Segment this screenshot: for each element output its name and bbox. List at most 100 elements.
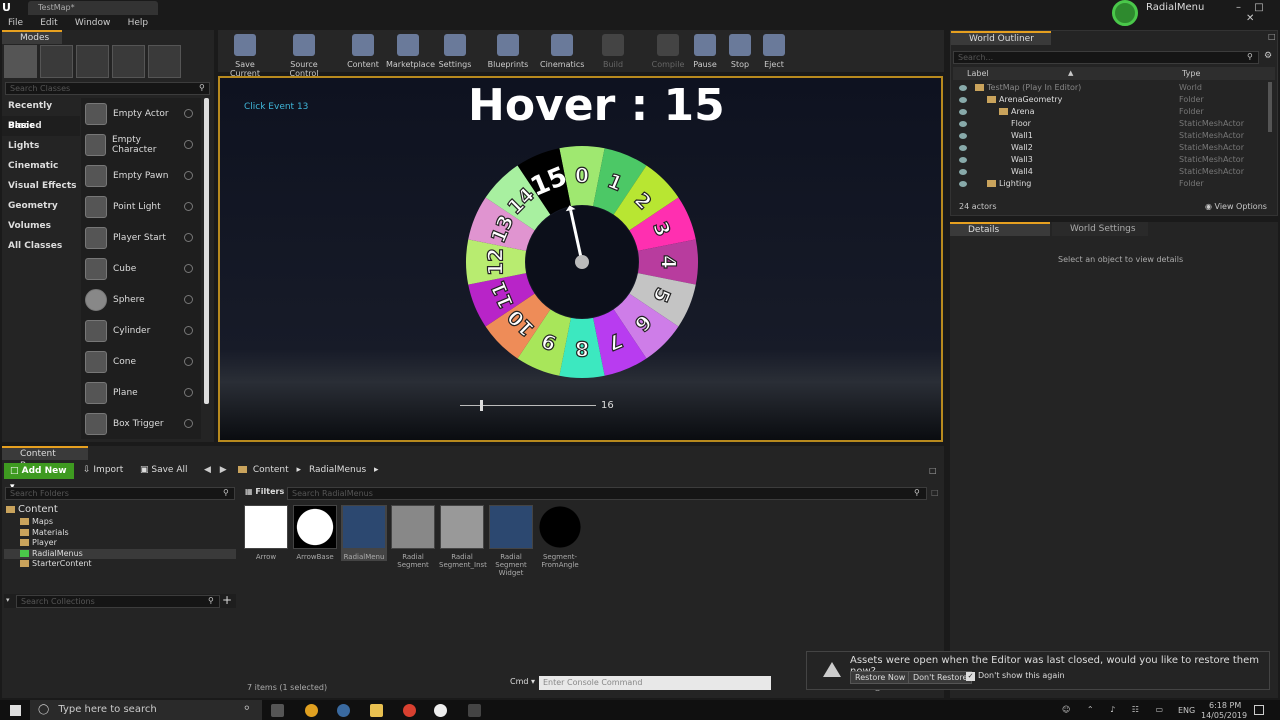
network-icon[interactable]: ☷ (1132, 705, 1139, 714)
help-icon[interactable] (184, 326, 193, 335)
category-volumes[interactable]: Volumes (2, 216, 80, 236)
help-icon[interactable] (184, 109, 193, 118)
search-classes-input[interactable]: Search Classes (5, 82, 210, 95)
folder-tree-item[interactable]: Content (4, 504, 236, 517)
help-icon[interactable] (184, 295, 193, 304)
class-item-cone[interactable]: Cone (81, 346, 201, 377)
category-cinematic[interactable]: Cinematic (2, 156, 80, 176)
paint-mode-icon[interactable] (40, 45, 73, 78)
viewport[interactable]: Click Event 13 Hover : 15 0 1 2 3 4 5 6 7 8 9 10 11… (218, 76, 943, 442)
category-recently-placed[interactable]: Recently Placed (2, 96, 80, 131)
visibility-eye-icon[interactable] (959, 85, 967, 91)
lock-icon[interactable]: □ (929, 466, 937, 475)
asset-tile[interactable]: Radial Segment (390, 505, 436, 569)
world-outliner-tab[interactable]: World Outliner (951, 31, 1051, 45)
asset-tile[interactable]: Radial Segment_Inst (439, 505, 487, 569)
content-browser-tab[interactable]: Content Browser (2, 446, 88, 471)
category-all-classes[interactable]: All Classes (2, 236, 80, 256)
place-mode-icon[interactable] (4, 45, 37, 78)
menu-file[interactable]: File (8, 18, 23, 28)
category-lights[interactable]: Lights (2, 136, 80, 156)
chrome-second-icon[interactable] (403, 704, 416, 717)
dont-show-checkbox[interactable]: ✓ (966, 672, 975, 681)
menu-window[interactable]: Window (75, 18, 111, 28)
chevron-up-icon[interactable]: ⌃ (1087, 705, 1094, 714)
outliner-row[interactable]: TestMap (Play In Editor) World (953, 82, 1269, 94)
asset-tile[interactable]: Radial Segment Widget (488, 505, 534, 577)
landscape-mode-icon[interactable] (76, 45, 109, 78)
outliner-row[interactable]: Floor StaticMeshActor (953, 118, 1269, 130)
cinematics-button[interactable]: Cinematics (540, 32, 584, 69)
outliner-row[interactable]: Wall1 StaticMeshActor (953, 130, 1269, 142)
class-item-empty-pawn[interactable]: Empty Pawn (81, 160, 201, 191)
console-input[interactable]: Enter Console Command (539, 676, 771, 690)
outliner-pin-icon[interactable]: □ (1268, 32, 1276, 41)
close-icon[interactable]: ✕ (1246, 13, 1254, 24)
search-folders-input[interactable]: Search Folders (5, 487, 235, 500)
visibility-eye-icon[interactable] (959, 169, 967, 175)
content-button[interactable]: Content (346, 32, 380, 69)
task-view-icon[interactable] (271, 704, 284, 717)
pause-button[interactable]: Pause (690, 32, 720, 69)
save-current-button[interactable]: Save Current (222, 32, 268, 78)
help-icon[interactable] (184, 140, 193, 149)
add-collection-icon[interactable]: + (222, 593, 232, 607)
blueprints-button[interactable]: Blueprints (486, 32, 530, 69)
forward-arrow-icon[interactable]: ▶ (220, 465, 227, 475)
outliner-row[interactable]: Arena Folder (953, 106, 1269, 118)
compile-button[interactable]: Compile (648, 32, 688, 69)
class-item-sphere[interactable]: Sphere (81, 284, 201, 315)
help-icon[interactable] (184, 233, 193, 242)
restore-now-button[interactable]: Restore Now (850, 671, 911, 684)
filters-button[interactable]: ▦ Filters ▾ (245, 487, 291, 496)
segment-slider[interactable] (460, 398, 596, 412)
class-item-box-trigger[interactable]: Box Trigger (81, 408, 201, 439)
help-icon[interactable] (184, 388, 193, 397)
outliner-search-input[interactable]: Search... (953, 51, 1259, 64)
language-indicator[interactable]: ENG (1178, 706, 1195, 715)
class-item-plane[interactable]: Plane (81, 377, 201, 408)
save-search-icon[interactable]: □ (931, 488, 939, 497)
help-icon[interactable] (184, 202, 193, 211)
help-icon[interactable] (184, 171, 193, 180)
menu-edit[interactable]: Edit (40, 18, 57, 28)
details-tab[interactable]: Details (950, 222, 1050, 236)
outliner-col-type[interactable]: Type (1182, 67, 1200, 80)
class-item-empty-character[interactable]: Empty Character (81, 129, 201, 160)
back-arrow-icon[interactable]: ◀ (204, 465, 211, 475)
build-button[interactable]: Build (596, 32, 630, 69)
people-icon[interactable]: ☺ (1062, 705, 1070, 714)
slider-thumb[interactable] (480, 400, 484, 411)
visibility-eye-icon[interactable] (959, 109, 967, 115)
collections-toggle-icon[interactable]: ▾ (6, 596, 10, 604)
breadcrumb-content[interactable]: Content (253, 465, 289, 475)
world-settings-tab[interactable]: World Settings (1052, 222, 1148, 236)
outliner-row[interactable]: Lighting Folder (953, 178, 1269, 190)
search-collections-input[interactable]: Search Collections (16, 595, 220, 608)
folder-tree-item[interactable]: Player (4, 538, 236, 549)
console-cmd-dropdown[interactable]: Cmd ▾ (510, 677, 535, 686)
class-item-player-start[interactable]: Player Start (81, 222, 201, 253)
outliner-settings-icon[interactable]: ⚙ (1264, 51, 1272, 61)
foliage-mode-icon[interactable] (112, 45, 145, 78)
class-item-cube[interactable]: Cube (81, 253, 201, 284)
settings-button[interactable]: Settings (436, 32, 474, 69)
level-tab[interactable]: TestMap* (28, 1, 158, 15)
menu-help[interactable]: Help (128, 18, 149, 28)
unreal-engine-icon[interactable] (434, 704, 447, 717)
add-new-button[interactable]: □ Add New ▾ (4, 463, 74, 492)
minimize-icon[interactable]: – (1236, 2, 1241, 13)
volume-icon[interactable]: ♪ (1110, 705, 1115, 714)
battery-icon[interactable]: ▭ (1156, 705, 1164, 714)
modes-tab[interactable]: Modes (2, 30, 62, 44)
import-button[interactable]: ⇩ Import (83, 465, 123, 475)
asset-tile[interactable]: ArrowBase (292, 505, 338, 561)
visibility-eye-icon[interactable] (959, 157, 967, 163)
stop-button[interactable]: Stop (724, 32, 756, 69)
asset-tile[interactable]: Segment-FromAngle (537, 505, 583, 569)
outliner-scrollbar[interactable] (1268, 82, 1272, 132)
visibility-eye-icon[interactable] (959, 181, 967, 187)
folder-tree-item[interactable]: StarterContent (4, 559, 236, 570)
taskbar-search[interactable]: ◯ Type here to search (30, 700, 262, 720)
eject-button[interactable]: Eject (757, 32, 791, 69)
